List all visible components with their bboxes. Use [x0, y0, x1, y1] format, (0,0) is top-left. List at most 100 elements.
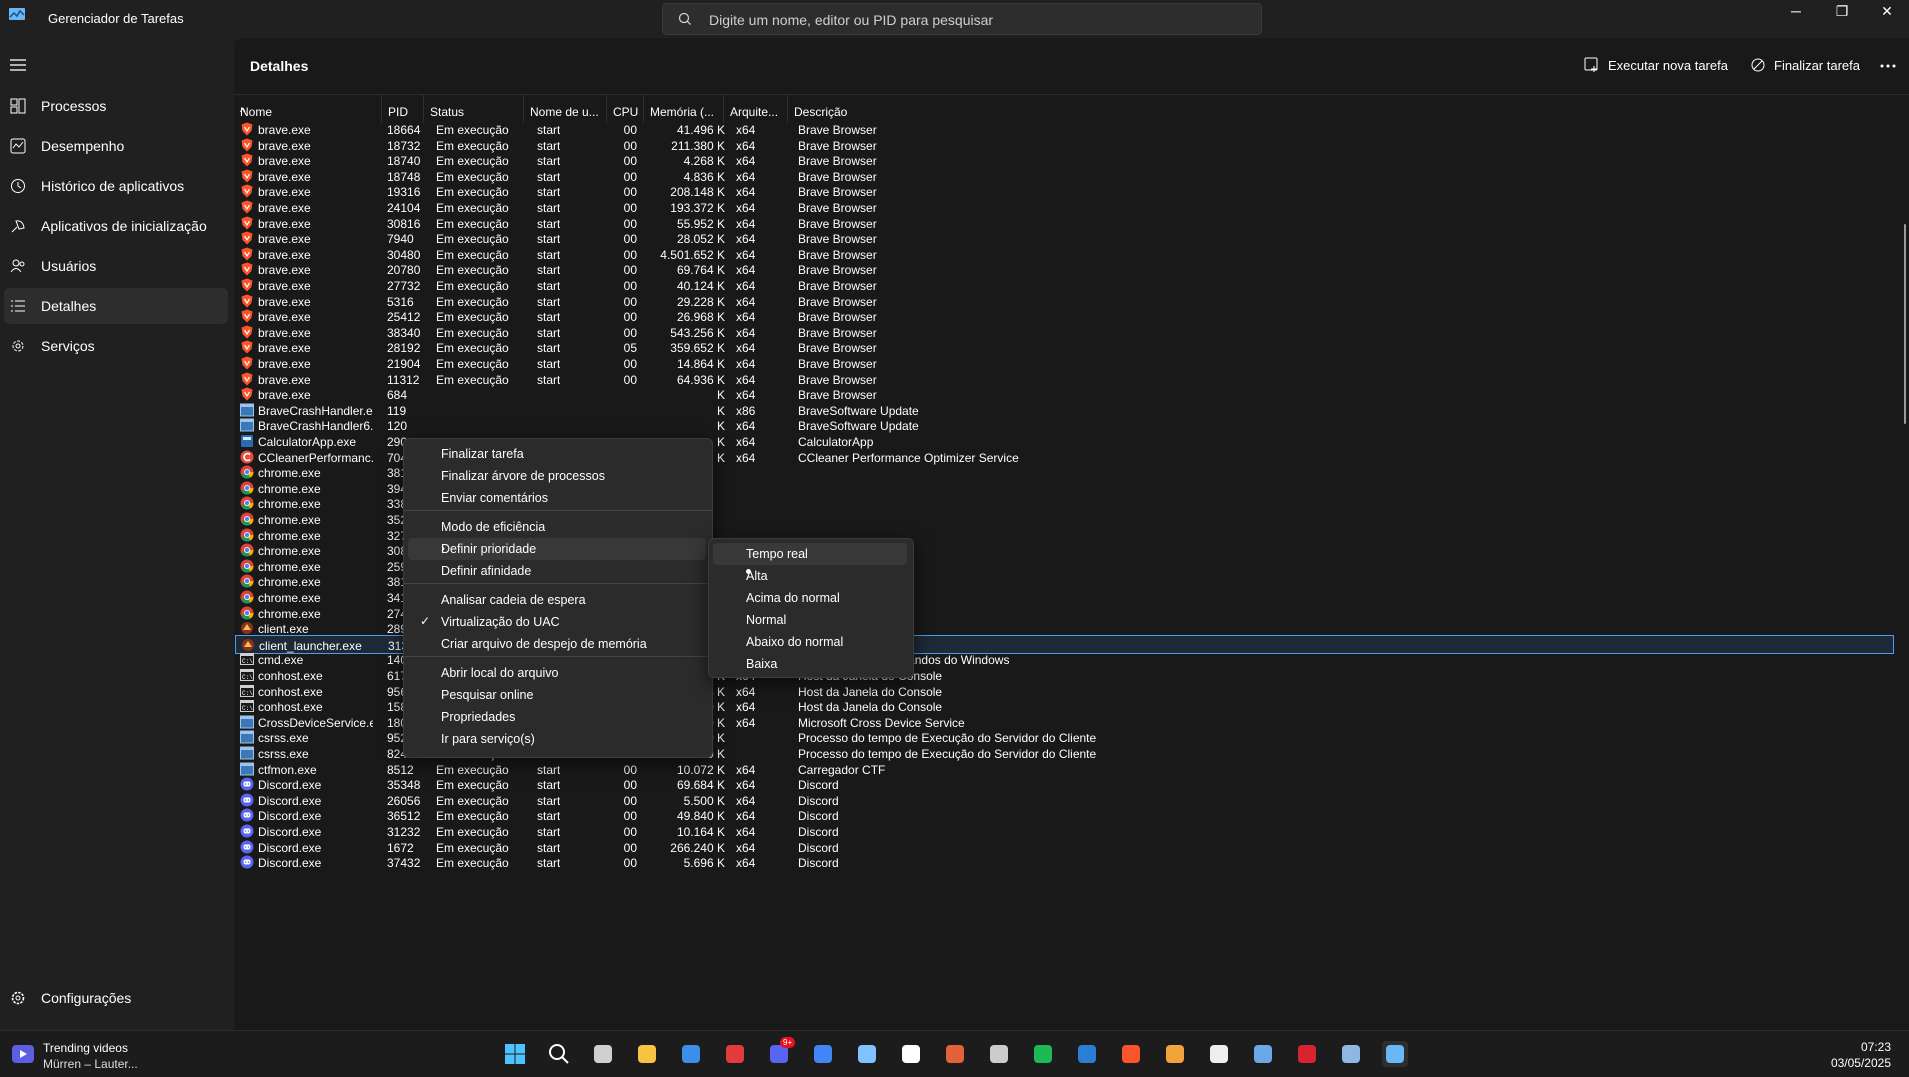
priority-option[interactable]: Acima do normal [713, 587, 907, 609]
menu-item[interactable]: Finalizar tarefa [408, 443, 706, 465]
column-header-pid[interactable]: PID [382, 95, 424, 123]
priority-option[interactable]: Normal [713, 609, 907, 631]
sidebar-item-servicos[interactable]: Serviços [4, 328, 228, 364]
priority-option[interactable]: Alta [713, 565, 907, 587]
priority-submenu: Tempo real Alta Acima do normal Normal Abaix… [708, 538, 914, 678]
task-view-icon[interactable] [590, 1041, 616, 1067]
store-icon[interactable] [678, 1041, 704, 1067]
game-icon[interactable] [1162, 1041, 1188, 1067]
users-icon [10, 259, 25, 273]
menu-item[interactable]: Modo de eficiência [408, 516, 706, 538]
video-widget-icon [12, 1045, 34, 1063]
task-manager-icon[interactable] [1382, 1041, 1408, 1067]
column-header-status[interactable]: Status [424, 95, 524, 123]
menu-item[interactable]: Propriedades [408, 706, 706, 728]
column-header-architecture[interactable]: Arquite... [724, 95, 788, 123]
brave-process-icon [240, 122, 254, 136]
search-input[interactable]: Digite um nome, editor ou PID para pesqu… [662, 3, 1262, 35]
sidebar-item-configuracoes[interactable]: Configurações [4, 980, 228, 1016]
calendar-app-icon[interactable] [942, 1041, 968, 1067]
calculator-icon[interactable] [1338, 1041, 1364, 1067]
ccleaner-process-icon [240, 450, 254, 464]
column-label: Arquite... [730, 105, 779, 119]
logitech-icon[interactable] [898, 1041, 924, 1067]
table-header: Nome ^ PID Status Nome de u... CPU Memóri… [234, 94, 1909, 123]
x-app-icon[interactable] [1294, 1041, 1320, 1067]
cell-name: Discord.exe [258, 856, 322, 871]
priority-option-label: Abaixo do normal [746, 635, 844, 649]
end-task-icon [1751, 58, 1765, 72]
sidebar-item-historico[interactable]: Histórico de aplicativos [4, 168, 228, 204]
menu-item[interactable]: Enviar comentários [408, 487, 706, 509]
menu-item-label: Abrir local do arquivo [441, 666, 559, 680]
hamburger-menu-icon[interactable] [10, 58, 26, 72]
priority-option[interactable]: Baixa [713, 653, 907, 675]
start-icon[interactable] [502, 1041, 528, 1067]
svg-text:C:\: C:\ [242, 705, 253, 712]
sidebar-item-usuarios[interactable]: Usuários [4, 248, 228, 284]
minimize-button[interactable]: ─ [1774, 0, 1818, 22]
brave-process-icon [240, 138, 254, 152]
column-header-description[interactable]: Descrição [788, 95, 1888, 123]
brave-process-icon [240, 247, 254, 261]
menu-item-label: Enviar comentários [441, 491, 548, 505]
brave-process-icon [240, 200, 254, 214]
menu-item[interactable]: Abrir local do arquivo [408, 662, 706, 684]
clock[interactable]: 07:23 03/05/2025 [1831, 1039, 1891, 1071]
notepad-icon[interactable] [854, 1041, 880, 1067]
spotify-icon[interactable] [1030, 1041, 1056, 1067]
notification-badge: 9+ [780, 1037, 796, 1048]
sidebar-item-inicializacao[interactable]: Aplicativos de inicialização [4, 208, 228, 244]
close-button[interactable]: ✕ [1865, 0, 1909, 22]
brave-icon[interactable] [1118, 1041, 1144, 1067]
column-header-user[interactable]: Nome de u... [524, 95, 607, 123]
services-icon [12, 340, 24, 352]
generic-process-icon [240, 403, 254, 417]
chrome-process-icon [240, 528, 254, 542]
column-header-cpu[interactable]: CPU [607, 95, 644, 123]
cell-pid: 37432 [387, 856, 421, 871]
priority-option[interactable]: Abaixo do normal [713, 631, 907, 653]
app-history-icon [11, 179, 25, 193]
generic-process-icon [240, 762, 254, 776]
menu-separator [404, 656, 712, 657]
maximize-button[interactable]: ❐ [1820, 0, 1864, 22]
priority-option-label: Tempo real [746, 547, 808, 561]
table-row[interactable]: Discord.exe 37432 Em execução start 00 5.696 … [235, 853, 1894, 872]
column-header-name[interactable]: Nome ^ [234, 95, 382, 123]
sidebar-item-detalhes[interactable]: Detalhes [4, 288, 228, 324]
vertical-scrollbar[interactable] [1904, 224, 1906, 424]
antivirus-icon[interactable] [722, 1041, 748, 1067]
menu-item[interactable]: Ir para serviço(s) [408, 728, 706, 750]
menu-item[interactable]: Analisar cadeia de espera [408, 589, 706, 611]
context-menu: Finalizar tarefa Finalizar árvore de proc… [403, 438, 713, 758]
search-icon[interactable] [546, 1041, 572, 1067]
column-header-memory[interactable]: Memória (... [644, 95, 724, 123]
obs-icon[interactable] [986, 1041, 1012, 1067]
page-title: Detalhes [250, 58, 309, 74]
eight-ball-icon[interactable] [1206, 1041, 1232, 1067]
file-explorer-icon[interactable] [634, 1041, 660, 1067]
priority-option[interactable]: Tempo real [713, 543, 907, 565]
chrome-process-icon [240, 496, 254, 510]
more-options-icon[interactable] [1878, 56, 1898, 76]
remote-icon[interactable] [1250, 1041, 1276, 1067]
sidebar-item-desempenho[interactable]: Desempenho [4, 128, 228, 164]
discord-icon[interactable]: 9+ [766, 1037, 796, 1067]
steam-icon[interactable] [1074, 1041, 1100, 1067]
priority-option-label: Alta [746, 569, 768, 583]
menu-item[interactable]: Criar arquivo de despejo de memória [408, 633, 706, 655]
brave-process-icon [240, 169, 254, 183]
menu-item[interactable]: Pesquisar online [408, 684, 706, 706]
task-manager-app-icon [9, 8, 25, 20]
menu-item[interactable]: Definir prioridade › [408, 538, 706, 560]
generic-process-icon [240, 746, 254, 760]
menu-item[interactable]: ✓ Virtualização do UAC [408, 611, 706, 633]
sidebar-item-processos[interactable]: Processos [4, 88, 228, 124]
sidebar-item-label: Desempenho [41, 138, 125, 154]
menu-item[interactable]: Finalizar árvore de processos [408, 465, 706, 487]
brave-process-icon [240, 372, 254, 386]
chrome-icon[interactable] [810, 1041, 836, 1067]
menu-item[interactable]: Definir afinidade [408, 560, 706, 582]
cell-desc: Discord [798, 856, 839, 871]
